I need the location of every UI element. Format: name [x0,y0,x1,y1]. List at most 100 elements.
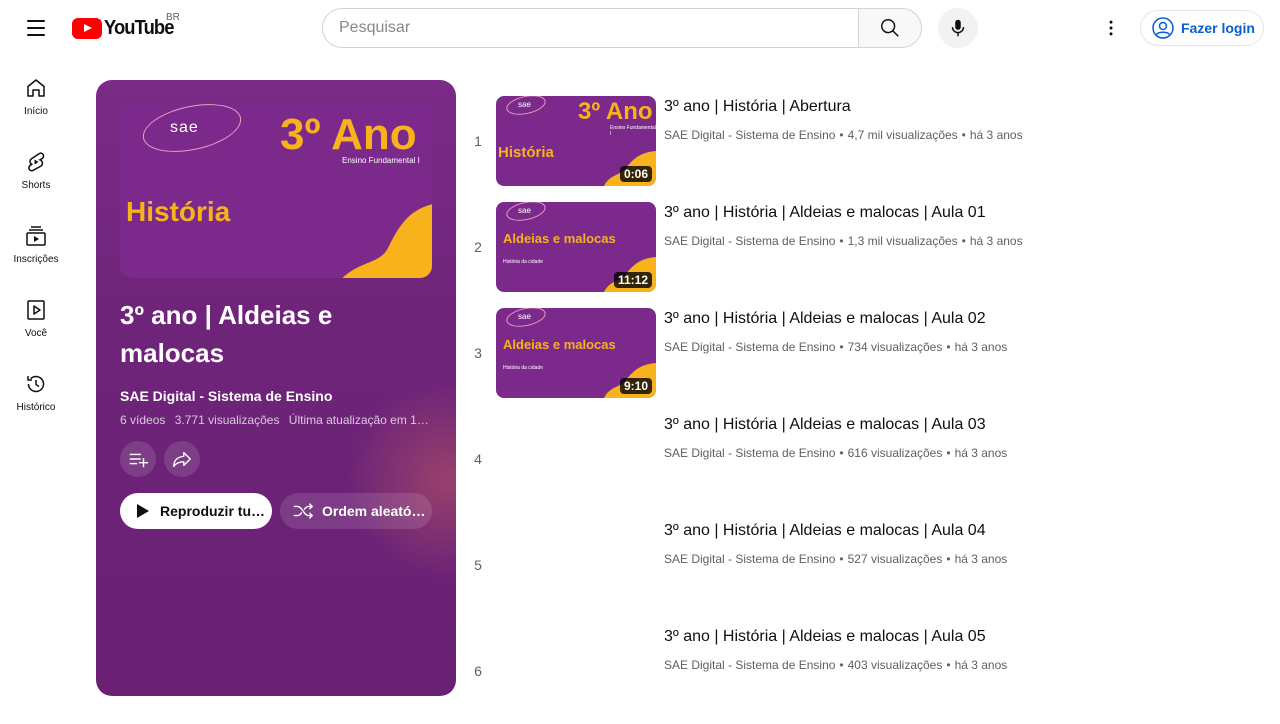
separator-dot: • [946,340,951,354]
play-icon [137,504,149,518]
sidebar-item-you[interactable]: Você [4,294,68,368]
playlist-video-row[interactable]: 1 sae 3º Ano Ensino Fundamental I História 0:… [468,88,1268,194]
video-thumbnail[interactable]: sae Aldeias e malocas História da cidade 11… [496,202,656,292]
home-icon [27,79,45,97]
playlist-video-row[interactable]: 3 sae Aldeias e malocas História da cidade 9… [468,300,1268,406]
thumbnail-subject: História [126,196,231,227]
playlist-video-row[interactable]: 4 3º ano | História | Aldeias e malocas |… [468,406,1268,512]
upload-age: há 3 anos [969,234,1023,248]
channel-name[interactable]: SAE Digital - Sistema de Ensino [664,446,835,460]
thumbnail-text: Aldeias e malocas [503,231,616,246]
share-button[interactable] [164,441,200,477]
voice-search-button[interactable] [938,8,978,48]
video-title[interactable]: 3º ano | História | Aldeias e malocas | … [664,416,986,434]
upload-age: há 3 anos [954,340,1008,354]
playlist-header: sae 3º Ano Ensino Fundamental I História… [96,80,456,696]
playlist-title: 3º ano | Aldeias e malocas [120,300,333,368]
channel-name[interactable]: SAE Digital - Sistema de Ensino [664,552,835,566]
sae-logo: sae [518,312,531,321]
video-title[interactable]: 3º ano | História | Abertura [664,98,851,116]
thumbnail-text: Aldeias e malocas [503,337,616,352]
video-thumbnail[interactable] [496,626,656,716]
sae-logo: sae [518,206,531,215]
channel-name[interactable]: SAE Digital - Sistema de Ensino [664,340,835,354]
video-index: 4 [474,451,482,467]
separator-dot: • [946,658,951,672]
separator-dot: • [961,128,966,142]
shuffle-button[interactable]: Ordem aleató… [280,493,432,529]
video-title[interactable]: 3º ano | História | Aldeias e malocas | … [664,204,986,222]
sidebar-item-label: Você [24,328,48,339]
video-meta: SAE Digital - Sistema de Ensino • 527 visu… [664,552,1007,566]
view-count: 527 visualizações [847,552,943,566]
sidebar-item-history[interactable]: Histórico [4,368,68,442]
shuffle-icon [293,503,314,519]
shuffle-label: Ordem aleató… [322,503,426,519]
search-bar [322,8,922,48]
video-title[interactable]: 3º ano | História | Aldeias e malocas | … [664,628,986,646]
video-thumbnail[interactable]: sae 3º Ano Ensino Fundamental I História 0:0… [496,96,656,186]
video-index: 5 [474,557,482,573]
save-playlist-button[interactable] [120,441,156,477]
sae-logo: sae [170,119,199,136]
thumbnail-level: Ensino Fundamental I [342,156,420,165]
history-icon [27,375,45,393]
view-count: 1,3 mil visualizações [847,234,958,248]
playlist-video-list: 1 sae 3º Ano Ensino Fundamental I História 0:… [468,88,1268,724]
separator-dot: • [839,340,844,354]
video-title[interactable]: 3º ano | História | Aldeias e malocas | … [664,310,986,328]
sidebar-item-label: Shorts [21,180,51,191]
playlist-video-row[interactable]: 6 3º ano | História | Aldeias e malocas |… [468,618,1268,724]
separator-dot: • [839,128,844,142]
video-title[interactable]: 3º ano | História | Aldeias e malocas | … [664,522,986,540]
sidebar-item-subscriptions[interactable]: Inscrições [4,220,68,294]
video-thumbnail[interactable] [496,520,656,610]
view-count: 734 visualizações [847,340,943,354]
menu-icon[interactable] [20,12,52,44]
sign-in-button[interactable]: Fazer login [1140,10,1264,46]
share-icon [173,451,191,468]
more-options-button[interactable] [1095,12,1127,44]
duration-badge: 0:06 [619,166,652,182]
thumbnail-grade: 3º Ano [578,98,653,125]
video-thumbnail[interactable]: sae Aldeias e malocas História da cidade 9:… [496,308,656,398]
microphone-icon [951,19,965,37]
playlist-owner[interactable]: SAE Digital - Sistema de Ensino [120,388,332,404]
playlist-video-row[interactable]: 2 sae Aldeias e malocas História da cidade 1… [468,194,1268,300]
shorts-icon [28,152,45,172]
video-meta: SAE Digital - Sistema de Ensino • 734 visu… [664,340,1007,354]
view-count: 403 visualizações [847,658,943,672]
you-icon [27,300,45,320]
separator-dot: • [839,234,844,248]
view-count: 3.771 visualizações [174,413,280,427]
separator-dot: • [961,234,966,248]
search-button[interactable] [858,8,922,48]
play-all-label: Reproduzir tu… [160,503,265,519]
sidebar-item-shorts[interactable]: Shorts [4,146,68,220]
thumbnail-subtext: História da cidade [503,365,544,371]
channel-name[interactable]: SAE Digital - Sistema de Ensino [664,658,835,672]
playlist-stats: 6 vídeos 3.771 visualizações Última atua… [120,413,432,427]
video-thumbnail[interactable] [496,414,656,504]
decorative-wave [342,204,432,278]
sidebar-item-home[interactable]: Início [4,72,68,146]
duration-badge: 11:12 [613,272,652,288]
search-input[interactable] [322,8,858,48]
playlist-thumbnail[interactable]: sae 3º Ano Ensino Fundamental I História [120,104,432,278]
upload-age: há 3 anos [954,552,1008,566]
play-all-button[interactable]: Reproduzir tu… [120,493,272,529]
sae-logo: sae [518,100,531,109]
channel-name[interactable]: SAE Digital - Sistema de Ensino [664,128,835,142]
sidebar-item-label: Início [24,106,48,117]
video-meta: SAE Digital - Sistema de Ensino • 616 visu… [664,446,1007,460]
country-code: BR [166,12,180,23]
sidebar-item-label: Histórico [16,402,56,413]
playlist-video-row[interactable]: 5 3º ano | História | Aldeias e malocas |… [468,512,1268,618]
youtube-logo[interactable]: YouTube BR [72,12,180,40]
separator-dot: • [946,552,951,566]
thumbnail-level: Ensino Fundamental I [610,125,656,137]
logo-text: YouTube [104,16,174,39]
upload-age: há 3 anos [954,446,1008,460]
channel-name[interactable]: SAE Digital - Sistema de Ensino [664,234,835,248]
separator-dot: • [946,446,951,460]
